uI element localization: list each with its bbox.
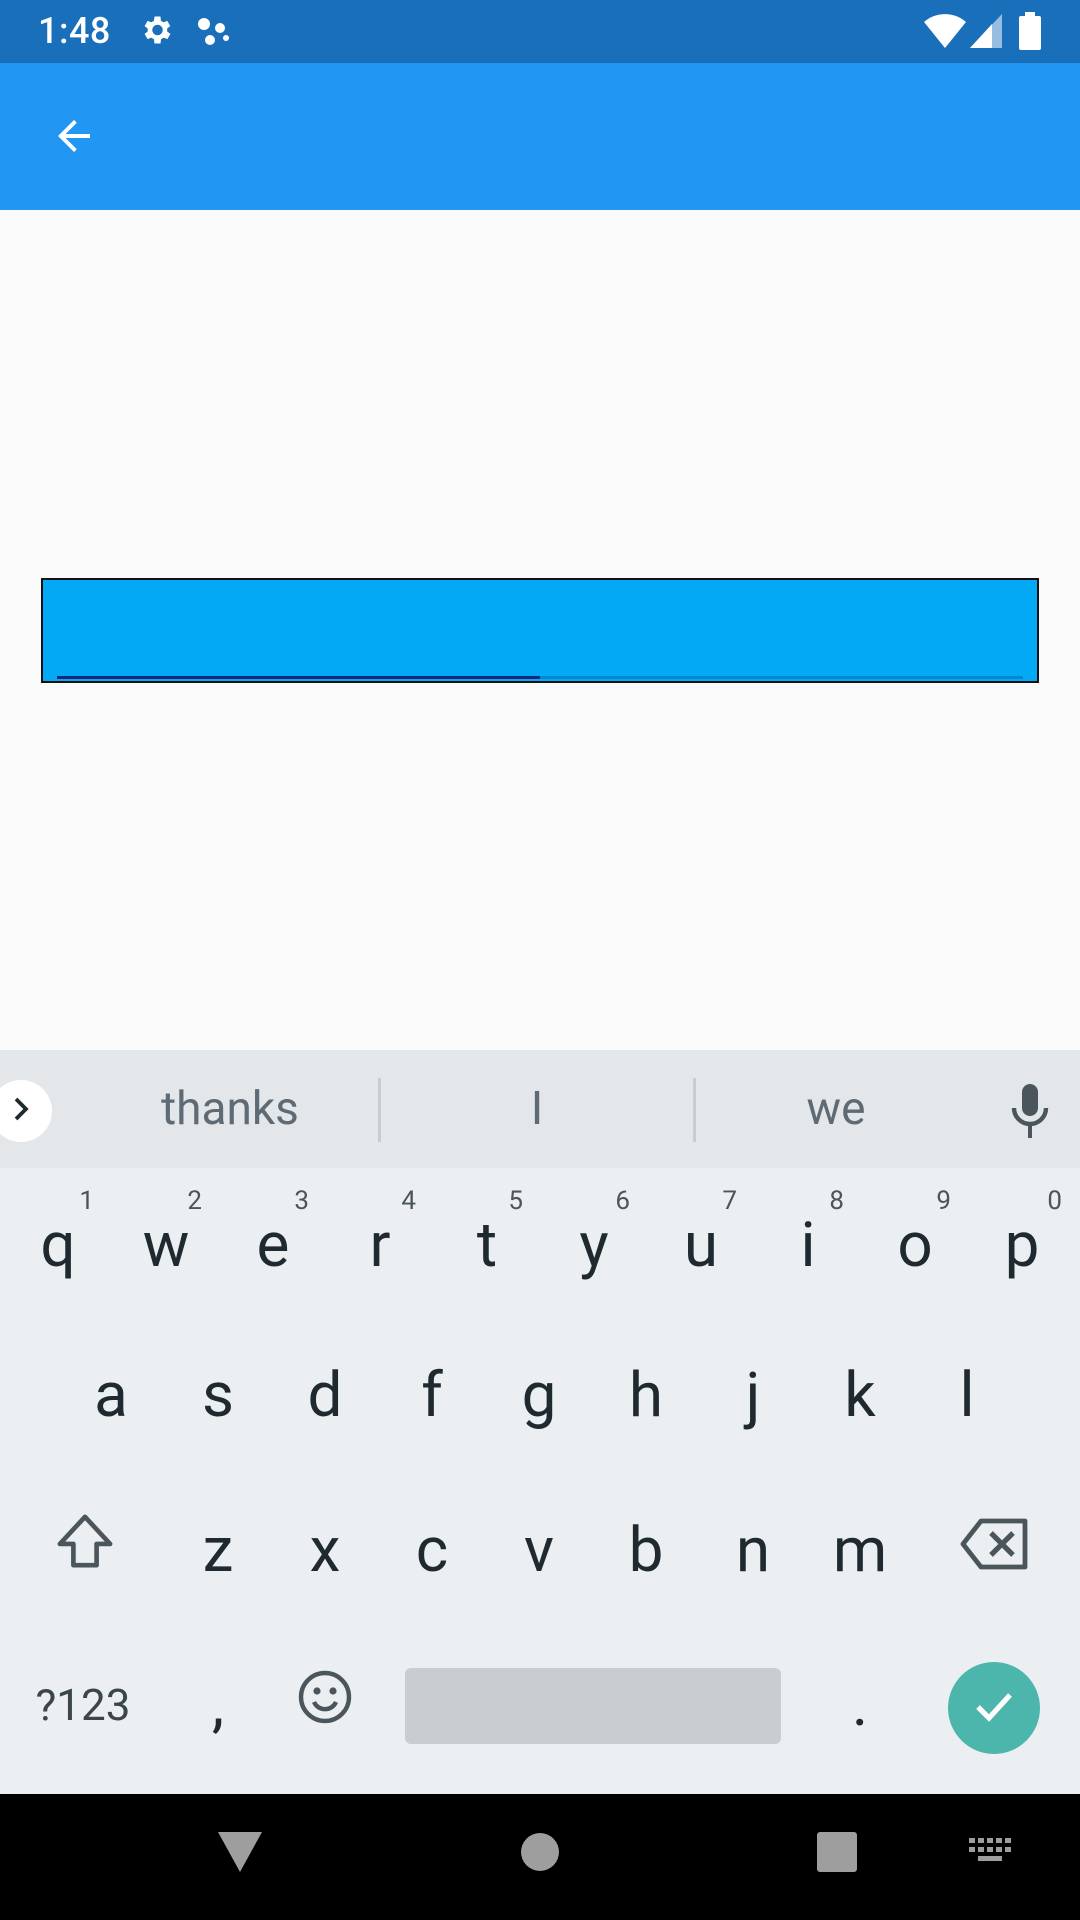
input-underline-focus	[57, 676, 540, 679]
checkmark-icon	[970, 1682, 1018, 1734]
key-m[interactable]: m	[816, 1495, 904, 1605]
key-j[interactable]: j	[709, 1340, 797, 1450]
key-l[interactable]: l	[923, 1340, 1011, 1450]
battery-icon	[1018, 12, 1042, 54]
nav-recents-button[interactable]	[797, 1814, 877, 1894]
key-r[interactable]: r4	[336, 1186, 424, 1300]
shift-key[interactable]	[30, 1495, 140, 1605]
key-g[interactable]: g	[495, 1340, 583, 1450]
key-k[interactable]: k	[816, 1340, 904, 1450]
symbols-key[interactable]: ?123	[18, 1652, 148, 1757]
key-w[interactable]: w2	[122, 1186, 210, 1300]
key-v[interactable]: v	[495, 1495, 583, 1605]
keyboard-icon	[969, 1838, 1011, 1870]
chevron-right-icon	[6, 1092, 36, 1130]
wifi-icon	[924, 14, 966, 52]
suggestion-strip: thanks I we	[0, 1050, 1080, 1168]
nav-home-button[interactable]	[500, 1814, 580, 1894]
space-bar[interactable]	[405, 1668, 781, 1744]
key-b[interactable]: b	[602, 1495, 690, 1605]
backspace-key[interactable]	[940, 1495, 1050, 1605]
smiley-icon	[297, 1668, 353, 1741]
expand-toolbar-button[interactable]	[0, 1080, 52, 1142]
settings-gear-icon	[138, 12, 174, 52]
emoji-key[interactable]	[280, 1652, 370, 1757]
suggestion-3[interactable]: we	[696, 1050, 976, 1168]
key-i[interactable]: i8	[764, 1186, 852, 1300]
keyboard-switch-button[interactable]	[950, 1814, 1030, 1894]
signal-icon	[970, 14, 1002, 52]
circle-home-icon	[520, 1832, 560, 1876]
key-d[interactable]: d	[281, 1340, 369, 1450]
text-input-field[interactable]	[41, 578, 1039, 683]
content-area	[0, 210, 1080, 1050]
key-o[interactable]: o9	[871, 1186, 959, 1300]
triangle-down-icon	[216, 1830, 264, 1878]
status-bar: 1:48	[0, 0, 1080, 63]
enter-button[interactable]	[948, 1662, 1040, 1754]
key-f[interactable]: f	[388, 1340, 476, 1450]
backspace-icon	[959, 1514, 1031, 1587]
nav-back-button[interactable]	[200, 1814, 280, 1894]
key-z[interactable]: z	[174, 1495, 262, 1605]
key-s[interactable]: s	[174, 1340, 262, 1450]
key-u[interactable]: u7	[657, 1186, 745, 1300]
navigation-bar	[0, 1794, 1080, 1920]
suggestion-2[interactable]: I	[381, 1050, 693, 1168]
key-x[interactable]: x	[281, 1495, 369, 1605]
mic-button[interactable]	[1005, 1082, 1055, 1142]
microphone-icon	[1005, 1084, 1055, 1146]
back-button[interactable]	[34, 103, 114, 173]
key-n[interactable]: n	[709, 1495, 797, 1605]
status-time: 1:48	[38, 10, 111, 52]
suggestion-1[interactable]: thanks	[80, 1050, 380, 1168]
key-p[interactable]: p0	[978, 1186, 1066, 1300]
key-c[interactable]: c	[388, 1495, 476, 1605]
key-a[interactable]: a	[67, 1340, 155, 1450]
key-q[interactable]: q1	[14, 1186, 102, 1300]
key-h[interactable]: h	[602, 1340, 690, 1450]
square-recents-icon	[817, 1832, 857, 1876]
key-t[interactable]: t5	[443, 1186, 531, 1300]
shift-icon	[54, 1513, 116, 1587]
app-bar	[0, 63, 1080, 210]
period-key[interactable]: .	[816, 1652, 904, 1757]
comma-key[interactable]: ,	[174, 1652, 262, 1757]
key-y[interactable]: y6	[550, 1186, 638, 1300]
assistant-dots-icon	[196, 16, 236, 52]
soft-keyboard: thanks I we q1 w2 e3 r4 t5 y6 u7 i8 o9 p…	[0, 1050, 1080, 1794]
key-e[interactable]: e3	[229, 1186, 317, 1300]
arrow-back-icon	[50, 112, 98, 164]
